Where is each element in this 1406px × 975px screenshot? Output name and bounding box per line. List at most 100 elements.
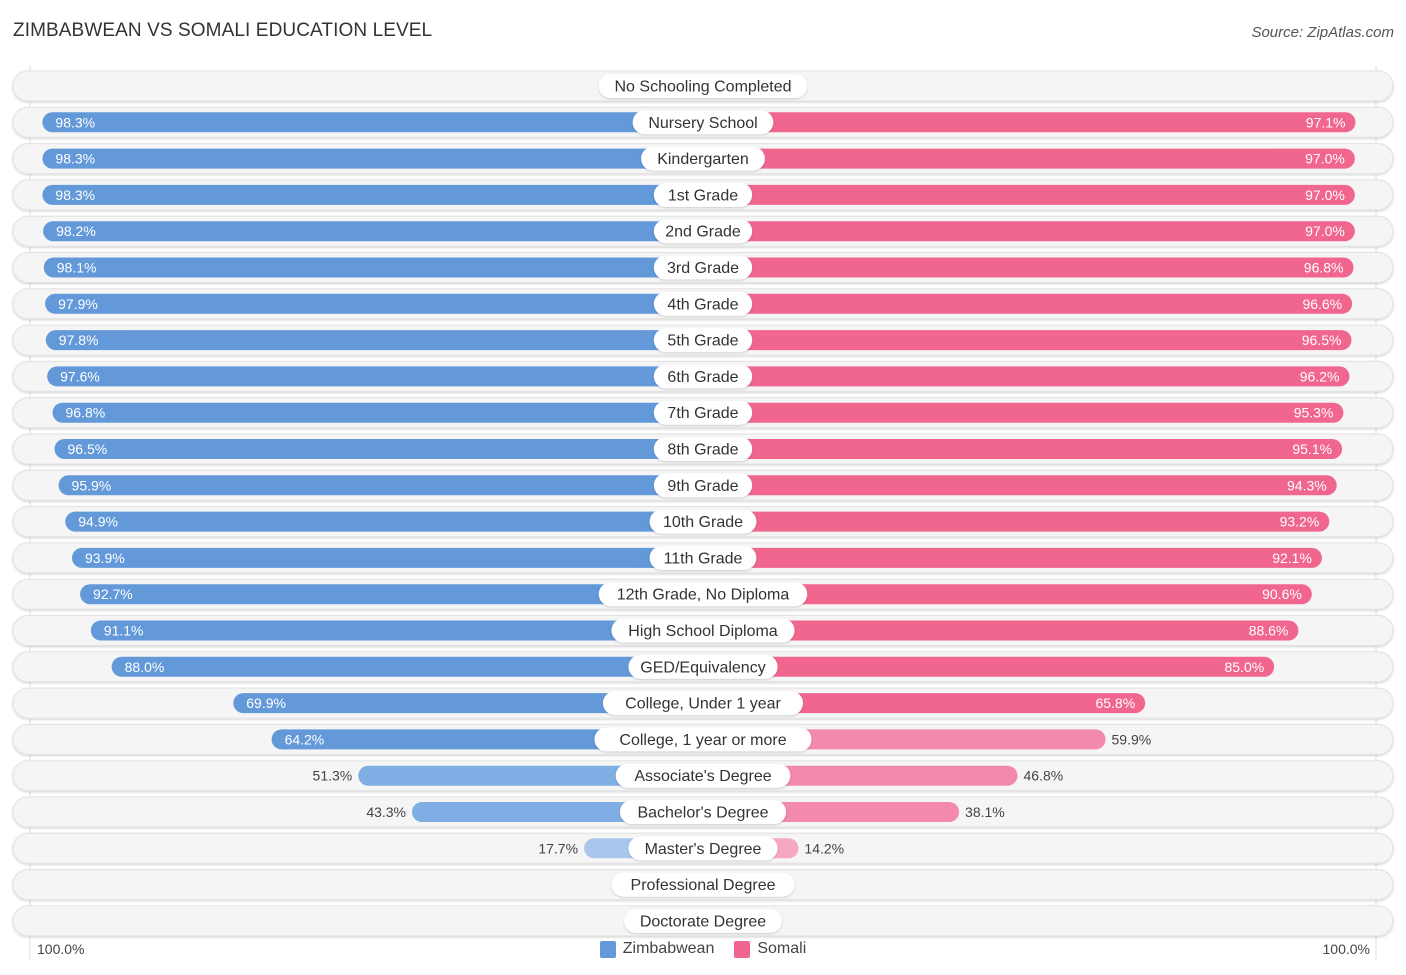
category-label: 1st Grade [668, 187, 738, 204]
category-label: Professional Degree [631, 877, 776, 894]
value-label-zimbabwean: 95.9% [72, 477, 112, 493]
bar-zimbabwean [43, 221, 713, 242]
bar-row[interactable]: 5.2%4.1%Professional Degree [12, 869, 1394, 901]
bar-zimbabwean [42, 184, 713, 205]
value-label-zimbabwean: 88.0% [125, 659, 165, 675]
bar-somali [693, 148, 1355, 169]
bar-zimbabwean [65, 511, 714, 532]
value-label-somali: 96.6% [1302, 296, 1342, 312]
value-label-zimbabwean: 98.3% [55, 187, 95, 203]
bar-somali [693, 366, 1350, 387]
category-label: Master's Degree [645, 841, 762, 858]
bar-somali [693, 293, 1353, 314]
bar-row[interactable]: 98.3% 97.0% Kindergarten [12, 143, 1394, 175]
bar-somali [693, 221, 1355, 242]
bar-zimbabwean [45, 330, 714, 351]
legend-swatch-zimbabwean [599, 940, 616, 958]
category-label: Bachelor's Degree [637, 805, 768, 822]
bar-zimbabwean [52, 402, 713, 423]
bar-zimbabwean [71, 547, 713, 568]
legend-label-zimbabwean: Zimbabwean [622, 940, 715, 957]
value-label-somali: 96.5% [1302, 332, 1342, 348]
bar-row[interactable]: 69.9% 65.8% College, Under 1 year [12, 687, 1394, 719]
value-label-zimbabwean: 98.2% [56, 223, 96, 239]
bar-somali [693, 402, 1344, 423]
value-label-somali: 97.0% [1305, 223, 1345, 239]
value-label-zimbabwean: 97.6% [60, 368, 100, 384]
bar-somali [693, 547, 1322, 568]
bar-somali [693, 439, 1343, 459]
value-label-zimbabwean: 17.7% [538, 840, 578, 856]
bar-row[interactable]: 17.7% 14.2% Master's Degree [12, 832, 1394, 864]
category-label: 3rd Grade [667, 260, 739, 277]
value-label-somali: 88.6% [1249, 623, 1289, 639]
value-label-somali: 96.8% [1304, 260, 1344, 276]
bar-row[interactable]: 94.9% 93.2% 10th Grade [12, 506, 1394, 538]
bar-row[interactable]: 96.5% 95.1% 8th Grade [12, 433, 1394, 465]
category-label: 9th Grade [667, 478, 738, 495]
bar-row[interactable]: 97.8% 96.5% 5th Grade [12, 324, 1394, 356]
bar-zimbabwean [54, 439, 713, 459]
bar-somali [693, 511, 1330, 532]
bar-row[interactable]: 51.3% 46.8% Associate's Degree [12, 760, 1394, 792]
category-label: Associate's Degree [634, 768, 771, 785]
bar-row[interactable]: 64.2% 59.9% College, 1 year or more [12, 723, 1394, 755]
value-label-zimbabwean: 98.1% [57, 260, 97, 276]
bar-row[interactable]: 91.1% 88.6% High School Diploma [12, 615, 1394, 646]
bar-row[interactable]: 98.3% 97.0% 1st Grade [12, 179, 1394, 211]
value-label-somali: 97.1% [1306, 114, 1346, 130]
bar-row[interactable]: 97.6% 96.2% 6th Grade [12, 360, 1394, 392]
category-label: 8th Grade [667, 442, 738, 459]
chart-canvas: 1.7%2.9%No Schooling Completed 98.3% 97.1%… [12, 66, 1394, 960]
value-label-zimbabwean: 92.7% [93, 586, 133, 602]
value-label-somali: 14.2% [804, 840, 844, 856]
bar-row[interactable]: 2.3%1.7%Doctorate Degree [12, 905, 1394, 937]
bar-row[interactable]: 1.7%2.9%No Schooling Completed [12, 70, 1394, 102]
value-label-somali: 46.8% [1023, 768, 1063, 784]
value-label-somali: 97.0% [1305, 187, 1345, 203]
bar-row[interactable]: 95.9% 94.3% 9th Grade [12, 469, 1394, 501]
value-label-somali: 59.9% [1112, 731, 1152, 747]
bar-row[interactable]: 43.3% 38.1% Bachelor's Degree [12, 796, 1394, 828]
legend-item-somali[interactable]: Somali [734, 940, 806, 958]
category-label: 6th Grade [667, 369, 738, 386]
value-label-zimbabwean: 69.9% [246, 695, 286, 711]
value-label-zimbabwean: 93.9% [85, 550, 125, 566]
value-label-zimbabwean: 96.5% [68, 441, 108, 457]
category-label: 11th Grade [664, 550, 743, 567]
bar-zimbabwean [47, 366, 714, 387]
category-label: Kindergarten [657, 151, 749, 168]
category-label: College, 1 year or more [619, 732, 786, 749]
bar-row[interactable]: 93.9% 92.1% 11th Grade [12, 542, 1394, 574]
value-label-somali: 93.2% [1280, 514, 1320, 530]
value-label-somali: 95.1% [1292, 441, 1332, 457]
legend-item-zimbabwean[interactable]: Zimbabwean [599, 940, 715, 958]
category-label: Doctorate Degree [640, 913, 766, 930]
bar-zimbabwean [58, 475, 713, 496]
bar-somali [693, 656, 1275, 677]
bar-somali [693, 330, 1352, 351]
bar-zimbabwean [111, 656, 713, 677]
value-label-zimbabwean: 94.9% [78, 514, 118, 530]
bar-row[interactable]: 88.0% 85.0% GED/Equivalency [12, 651, 1394, 683]
bar-row[interactable]: 98.3% 97.1% Nursery School [12, 106, 1394, 138]
value-label-somali: 95.3% [1294, 405, 1334, 421]
value-label-somali: 96.2% [1300, 368, 1340, 384]
value-label-zimbabwean: 91.1% [104, 623, 144, 639]
category-label: 7th Grade [667, 405, 738, 422]
category-label: 4th Grade [667, 296, 738, 313]
category-label: 10th Grade [663, 514, 743, 531]
bar-row[interactable]: 98.1% 96.8% 3rd Grade [12, 252, 1394, 283]
value-label-somali: 38.1% [965, 804, 1005, 820]
category-label: 5th Grade [667, 333, 738, 350]
bar-row[interactable]: 96.8% 95.3% 7th Grade [12, 397, 1394, 429]
category-label: College, Under 1 year [625, 696, 781, 713]
bar-row[interactable]: 92.7% 90.6% 12th Grade, No Diploma [12, 578, 1394, 610]
legend: Zimbabwean Somali [0, 940, 1406, 958]
category-label: 2nd Grade [665, 224, 741, 241]
bar-row[interactable]: 98.2% 97.0% 2nd Grade [12, 215, 1394, 247]
value-label-zimbabwean: 98.3% [55, 151, 95, 167]
value-label-zimbabwean: 97.9% [58, 296, 98, 312]
bar-row[interactable]: 97.9% 96.6% 4th Grade [12, 288, 1394, 320]
value-label-somali: 65.8% [1095, 695, 1135, 711]
